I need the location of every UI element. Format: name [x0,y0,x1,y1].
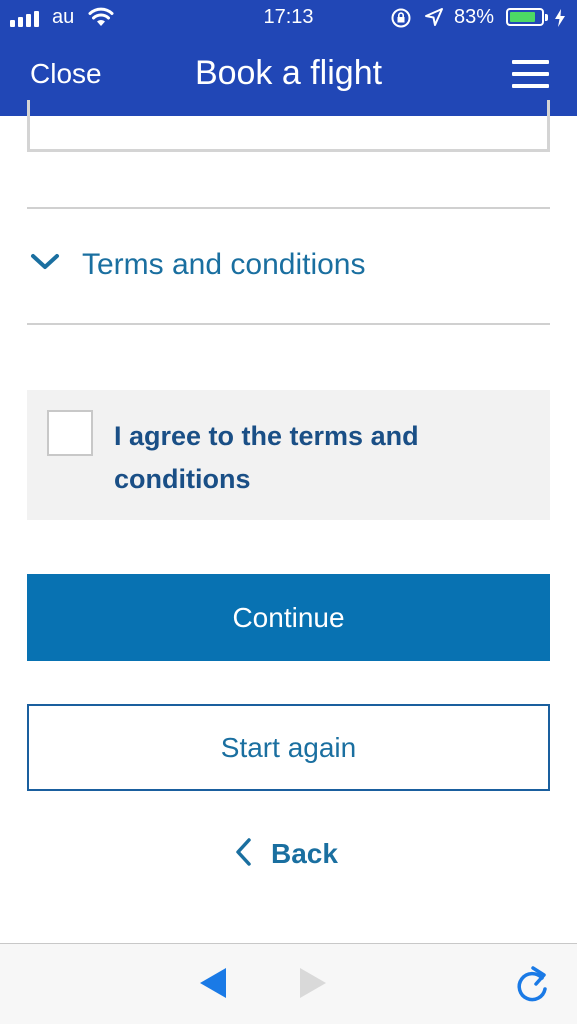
battery-icon [506,8,544,26]
chevron-down-icon [30,253,60,276]
chevron-left-icon [233,837,253,872]
battery-tip [545,14,548,21]
hamburger-menu-icon[interactable] [512,60,549,90]
browser-toolbar [0,943,577,1024]
back-link-label: Back [271,838,338,869]
continue-button[interactable]: Continue [27,574,550,661]
charging-bolt-icon [554,9,566,32]
agree-terms-checkbox[interactable] [47,410,93,456]
continue-button-label: Continue [232,601,345,633]
back-link[interactable]: Back [233,834,338,874]
divider-bottom [27,323,550,325]
status-bar: au 17:13 83% [0,0,577,36]
page-title: Book a flight [194,54,383,92]
terms-and-conditions-toggle[interactable]: Terms and conditions [27,209,550,324]
agree-terms-panel: I agree to the terms and conditions [27,390,550,520]
previous-input-field[interactable] [27,100,550,152]
agree-terms-label[interactable]: I agree to the terms and conditions [114,415,514,501]
start-again-button[interactable]: Start again [27,704,550,791]
battery-level [510,12,535,22]
back-arrow-icon[interactable] [198,966,228,1005]
screen: au 17:13 83% Close Book a flight Terms a… [0,0,577,1024]
battery-percent: 83% [454,6,495,28]
start-again-button-label: Start again [220,731,357,763]
reload-icon[interactable] [514,964,550,1009]
forward-arrow-icon[interactable] [298,966,328,1005]
rotation-lock-icon [390,7,412,34]
location-arrow-icon [424,7,444,32]
terms-toggle-label: Terms and conditions [82,248,366,281]
